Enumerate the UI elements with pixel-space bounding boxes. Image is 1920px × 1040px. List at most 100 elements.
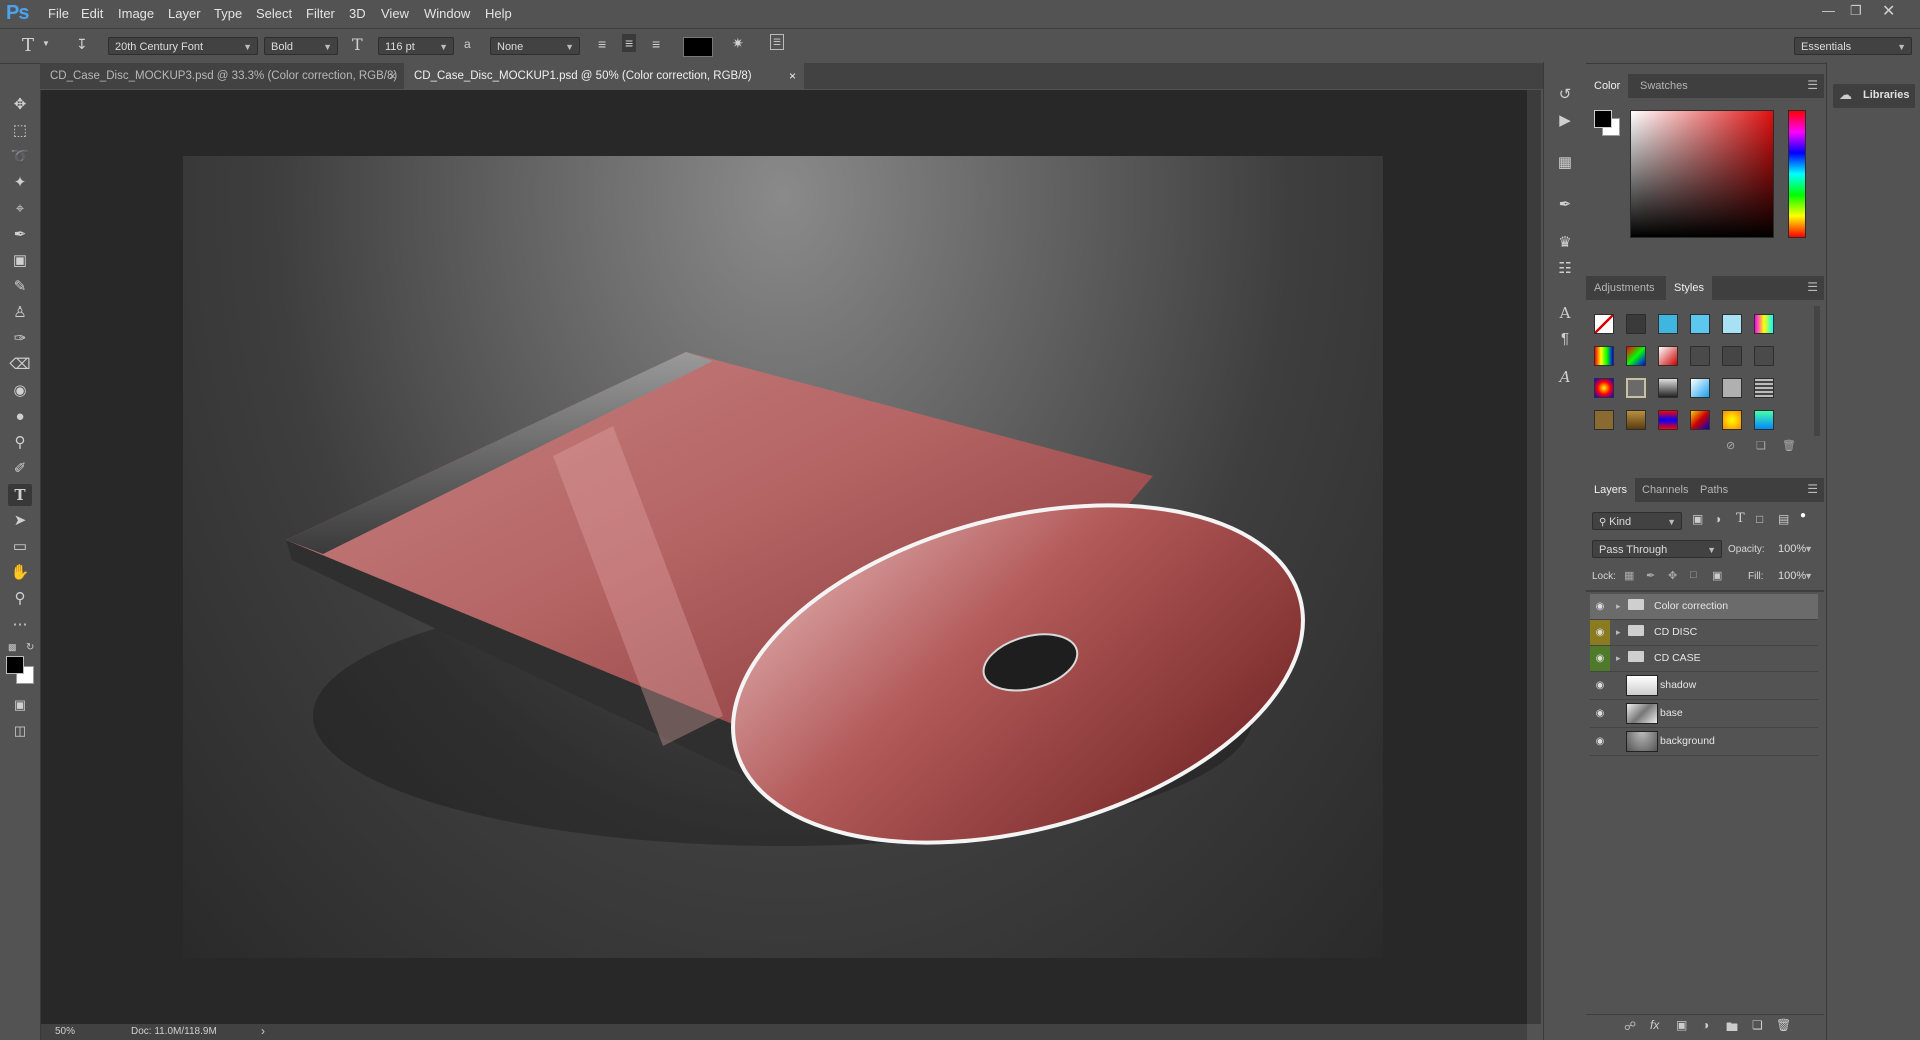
- add-mask-icon[interactable]: ▣: [1676, 1018, 1687, 1032]
- font-size-select[interactable]: 116 pt ▼: [378, 37, 454, 55]
- glyphs-icon[interactable]: A: [1554, 366, 1576, 388]
- workspace-select[interactable]: Essentials ▼: [1794, 37, 1912, 55]
- lock-pixels-icon[interactable]: ✒: [1646, 569, 1655, 582]
- character-panel-icon[interactable]: ☰: [770, 34, 784, 50]
- align-right-icon[interactable]: ≡: [652, 36, 660, 52]
- style-swatch[interactable]: [1594, 410, 1614, 430]
- default-colors-icon[interactable]: ▩: [8, 642, 17, 653]
- eye-icon[interactable]: ◉: [1590, 594, 1610, 619]
- eye-icon[interactable]: ◉: [1590, 620, 1610, 645]
- eraser-tool-icon[interactable]: ⌫: [8, 354, 32, 376]
- hand-tool-icon[interactable]: ✋: [8, 562, 32, 584]
- move-tool-icon[interactable]: ✥: [8, 94, 32, 116]
- hue-slider[interactable]: [1788, 110, 1806, 238]
- eye-icon[interactable]: ◉: [1590, 700, 1610, 725]
- filter-shape-icon[interactable]: □: [1756, 512, 1763, 526]
- blend-mode-select[interactable]: Pass Through ▼: [1592, 540, 1722, 558]
- lock-position-icon[interactable]: ✥: [1668, 569, 1677, 582]
- crop-tool-icon[interactable]: ⌖: [8, 198, 32, 220]
- lock-artboard-icon[interactable]: □: [1690, 569, 1697, 581]
- menu-edit[interactable]: Edit: [81, 6, 103, 21]
- font-style-select[interactable]: Bold ▼: [264, 37, 338, 55]
- path-selection-tool-icon[interactable]: ➤: [8, 510, 32, 532]
- adjustment-layer-icon[interactable]: ◑: [1702, 1018, 1709, 1032]
- screen-mode-icon[interactable]: ◫: [8, 720, 32, 742]
- warp-text-icon[interactable]: ✷: [732, 35, 744, 52]
- tab-adjustments[interactable]: Adjustments: [1586, 276, 1663, 300]
- expand-arrow-icon[interactable]: ▸: [1616, 594, 1621, 619]
- filter-pixel-icon[interactable]: ▣: [1692, 512, 1703, 526]
- anti-alias-select[interactable]: None ▼: [490, 37, 580, 55]
- layer-row-cd-case[interactable]: ◉ ▸ CD CASE: [1590, 646, 1818, 672]
- tab-mockup3[interactable]: CD_Case_Disc_MOCKUP3.psd @ 33.3% (Color …: [40, 63, 404, 89]
- style-swatch[interactable]: [1754, 378, 1774, 398]
- clone-stamp-tool-icon[interactable]: ♙: [8, 302, 32, 324]
- eye-icon[interactable]: ◉: [1590, 728, 1610, 753]
- style-swatch[interactable]: [1658, 346, 1678, 366]
- style-swatch[interactable]: [1722, 346, 1742, 366]
- lock-all-icon[interactable]: ▣: [1712, 569, 1722, 582]
- style-swatch[interactable]: [1722, 314, 1742, 334]
- new-style-icon[interactable]: ❏: [1756, 439, 1766, 452]
- new-layer-icon[interactable]: ❏: [1752, 1018, 1763, 1032]
- pen-tool-icon[interactable]: ✐: [8, 458, 32, 480]
- libraries-button[interactable]: ☁ Libraries: [1833, 84, 1915, 108]
- vertical-scrollbar[interactable]: [1527, 90, 1541, 1024]
- opacity-field[interactable]: 100% ▼: [1772, 540, 1818, 558]
- style-swatch[interactable]: [1722, 378, 1742, 398]
- history-brush-tool-icon[interactable]: ✑: [8, 328, 32, 350]
- spot-healing-tool-icon[interactable]: ▣: [8, 250, 32, 272]
- brush-presets-icon[interactable]: ✒: [1554, 194, 1576, 216]
- clone-source-icon[interactable]: ♛: [1554, 232, 1576, 254]
- actions-play-icon[interactable]: ▶: [1554, 110, 1576, 132]
- style-swatch[interactable]: [1658, 410, 1678, 430]
- style-swatch[interactable]: [1626, 346, 1646, 366]
- more-tools-icon[interactable]: ⋯: [8, 614, 32, 636]
- tab-styles[interactable]: Styles: [1666, 276, 1712, 300]
- tab-color[interactable]: Color: [1586, 74, 1629, 98]
- style-swatch[interactable]: [1690, 378, 1710, 398]
- type-tool-icon[interactable]: T: [8, 484, 32, 506]
- panel-menu-icon[interactable]: ☰: [1807, 482, 1818, 496]
- tab-swatches[interactable]: Swatches: [1632, 74, 1696, 98]
- rectangle-tool-icon[interactable]: ▭: [8, 536, 32, 558]
- lasso-tool-icon[interactable]: ➰: [8, 146, 32, 168]
- style-swatch[interactable]: [1626, 378, 1646, 398]
- color-fg-swatch[interactable]: [1594, 110, 1612, 128]
- layer-row-background[interactable]: ◉ background: [1590, 728, 1818, 756]
- align-center-icon[interactable]: ≡: [622, 34, 637, 52]
- filter-toggle-icon[interactable]: ●: [1800, 510, 1806, 521]
- tab-mockup1[interactable]: CD_Case_Disc_MOCKUP1.psd @ 50% (Color co…: [404, 63, 804, 89]
- menu-image[interactable]: Image: [118, 6, 154, 21]
- layer-row-shadow[interactable]: ◉ shadow: [1590, 672, 1818, 700]
- text-orientation-icon[interactable]: ↧: [76, 36, 88, 53]
- eye-icon[interactable]: ◉: [1590, 672, 1610, 697]
- expand-arrow-icon[interactable]: ▸: [1616, 620, 1621, 645]
- type-tool-preset-icon[interactable]: T: [22, 35, 34, 56]
- style-swatch[interactable]: [1690, 410, 1710, 430]
- quick-mask-icon[interactable]: ▣: [8, 694, 32, 716]
- character-icon[interactable]: A: [1554, 302, 1576, 324]
- delete-style-icon[interactable]: 🗑: [1782, 439, 1796, 452]
- menu-view[interactable]: View: [381, 6, 409, 21]
- menu-select[interactable]: Select: [256, 6, 292, 21]
- menu-3d[interactable]: 3D: [349, 6, 366, 21]
- style-swatch[interactable]: [1658, 378, 1678, 398]
- style-swatch[interactable]: [1754, 346, 1774, 366]
- adjust-sliders-icon[interactable]: ☷: [1554, 258, 1576, 280]
- foreground-color-swatch[interactable]: [6, 656, 24, 674]
- magic-wand-tool-icon[interactable]: ✦: [8, 172, 32, 194]
- menu-layer[interactable]: Layer: [168, 6, 201, 21]
- brush-tool-icon[interactable]: ✎: [8, 276, 32, 298]
- style-swatch[interactable]: [1594, 314, 1614, 334]
- filter-smart-object-icon[interactable]: ▤: [1778, 512, 1789, 526]
- paint-bucket-tool-icon[interactable]: ◉: [8, 380, 32, 402]
- color-field[interactable]: [1630, 110, 1774, 238]
- status-arrow-icon[interactable]: ›: [261, 1024, 265, 1038]
- align-left-icon[interactable]: ≡: [598, 36, 606, 52]
- panel-menu-icon[interactable]: ☰: [1807, 78, 1818, 92]
- close-icon[interactable]: ×: [789, 63, 796, 89]
- layer-row-cd-disc[interactable]: ◉ ▸ CD DISC: [1590, 620, 1818, 646]
- style-swatch[interactable]: [1722, 410, 1742, 430]
- menu-filter[interactable]: Filter: [306, 6, 335, 21]
